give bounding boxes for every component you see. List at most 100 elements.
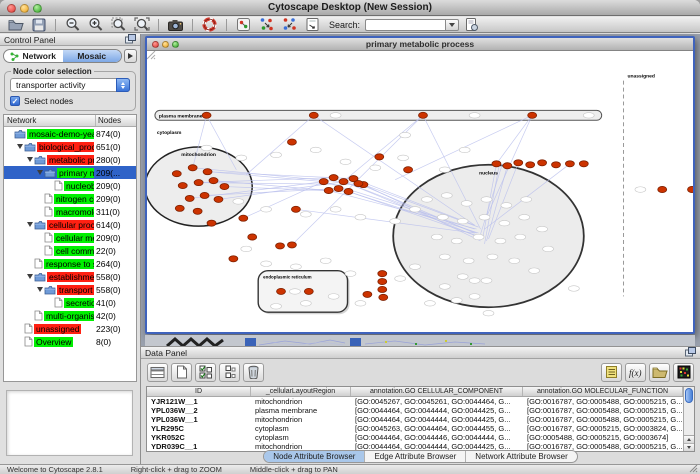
network-canvas[interactable]: plasma membranecytoplasmmitochondrionnuc… [147,51,693,332]
tree-row[interactable]: mosaic-demo-yeast874(0) [4,127,136,140]
select-nodes-checkbox[interactable]: ✓ [10,96,20,106]
scroll-up-icon[interactable] [684,436,694,443]
table-row[interactable]: YKR052Ccytoplasm[GO:0044464, GO:0044446,… [147,433,683,442]
tree-header-nodes[interactable]: Nodes [96,116,136,125]
expander-icon[interactable] [26,274,34,279]
float-panel-icon[interactable] [685,347,696,359]
tree-row[interactable]: Overview8(0) [4,335,136,348]
column-header-region[interactable]: _cellularLayoutRegion [251,387,351,396]
tree-row-label: response to stimulu [44,259,94,269]
minimize-view-icon[interactable] [162,41,169,48]
annotation-icon[interactable] [302,17,323,32]
check-icon: ✓ [12,97,19,106]
tree-row[interactable]: multi-organism pro42(0) [4,309,136,322]
network-from-selection-alt-icon[interactable] [279,17,300,32]
tree-row[interactable]: biological_process651(0) [4,140,136,153]
formula-builder-icon[interactable]: f(x) [625,363,646,382]
expander-icon[interactable] [16,144,24,149]
attribute-list-icon[interactable] [601,363,622,382]
background-windows[interactable] [145,335,695,346]
tree-row[interactable]: macromolecule311(0) [4,205,136,218]
tab-network[interactable]: Network [4,50,63,62]
table-row[interactable]: YJR121W__1mitochondrion[GO:0045267, GO:0… [147,397,683,406]
search-options-icon[interactable] [461,17,482,32]
table-row[interactable]: YPL036W__1mitochondrion[GO:0044464, GO:0… [147,415,683,424]
close-window-icon[interactable] [7,4,16,13]
tree-row[interactable]: transport558(0) [4,283,136,296]
scrollbar-arrows [684,435,694,451]
snapshot-camera-icon[interactable] [165,17,186,32]
network-window-titlebar[interactable]: primary metabolic process [147,38,693,51]
node-color-dropdown[interactable]: transporter activity [10,78,130,92]
search-dropdown-icon[interactable] [445,19,459,31]
tree-row-label: mosaic-demo-yeast [27,129,94,139]
zoom-selected-icon[interactable] [108,17,129,32]
expander-icon[interactable] [26,222,34,227]
network-overview-panel[interactable] [6,390,133,456]
data-panel-header: Data Panel [141,347,700,359]
tree-row[interactable]: cellular metabo209(0) [4,231,136,244]
table-row[interactable]: YPL036W__2plasma membrane[GO:0044464, GO… [147,406,683,415]
save-icon[interactable] [28,17,49,32]
column-header-id[interactable]: ID [147,387,251,396]
tree-row[interactable]: cellular process614(0) [4,218,136,231]
network-tab-icon [10,52,19,61]
expander-icon[interactable] [26,157,34,162]
network-tree-rows: mosaic-demo-yeast874(0)biological_proces… [4,127,136,348]
zoom-view-icon[interactable] [172,41,179,48]
minimize-window-icon[interactable] [20,4,29,13]
unselect-all-icon[interactable] [219,363,240,382]
vizmapper-icon[interactable] [233,17,254,32]
tree-row[interactable]: metabolic process280(0) [4,153,136,166]
scrollbar-thumb[interactable] [685,388,693,403]
attribute-toolbar-right: f(x) [601,363,694,382]
zoom-fit-icon[interactable] [131,17,152,32]
expander-icon[interactable] [36,170,44,175]
tree-row[interactable]: nitrogen compo209(0) [4,192,136,205]
float-panel-icon[interactable] [125,34,136,46]
dropdown-stepper-icon[interactable] [116,78,130,92]
tree-row[interactable]: primary metabo209(... [4,166,136,179]
folder-icon [44,285,56,295]
resize-grip-icon[interactable] [689,464,698,474]
tab-overflow-arrow-icon[interactable] [124,49,137,63]
expander-icon[interactable] [36,287,44,292]
table-cell: [GO:0016787, GO:0005488, GO:0005215, G..… [523,397,683,406]
table-scrollbar[interactable] [683,387,694,451]
select-all-icon[interactable] [195,363,216,382]
matrix-view-icon[interactable] [673,363,694,382]
tab-edge-attribute-browser[interactable]: Edge Attribute Browser [364,451,465,462]
tree-header: Network Nodes [4,115,136,127]
column-header-molecular-function[interactable]: annotation.GO MOLECULAR_FUNCTION [523,387,683,396]
select-attributes-icon[interactable] [147,363,168,382]
tree-row[interactable]: establishment of lo558(0) [4,270,136,283]
tab-network-attribute-browser[interactable]: Network Attribute Browser [465,451,576,462]
window-resize-grip[interactable] [147,51,692,331]
column-header-cellular-component[interactable]: annotation.GO CELLULAR_COMPONENT [351,387,523,396]
network-from-selection-icon[interactable] [256,17,277,32]
import-attributes-icon[interactable] [649,363,670,382]
table-row[interactable]: YLR295Ccytoplasm[GO:0045263, GO:0044464,… [147,424,683,433]
new-attribute-icon[interactable] [171,363,192,382]
open-icon[interactable] [5,17,26,32]
tree-row-label: multi-organism pro [44,311,94,321]
tab-node-attribute-browser[interactable]: Node Attribute Browser [264,451,364,462]
zoom-window-icon[interactable] [33,4,42,13]
tree-row[interactable]: response to stimulu264(0) [4,257,136,270]
tree-row[interactable]: secretion41(0) [4,296,136,309]
tree-row-count: 209(0) [94,194,136,204]
zoom-in-icon[interactable] [85,17,106,32]
tree-header-network[interactable]: Network [4,115,96,126]
network-view-window[interactable]: primary metabolic process plasma membran… [145,36,695,334]
search-input[interactable] [365,19,445,31]
tree-row-count: 280(0) [94,155,136,165]
tree-row[interactable]: cell communicat22(0) [4,244,136,257]
tab-mosaic[interactable]: Mosaic [63,50,122,62]
close-view-icon[interactable] [152,41,159,48]
help-lifesaver-icon[interactable] [199,17,220,32]
table-cell: [GO:0016787, GO:0005488, GO:0005215, G..… [523,415,683,424]
delete-attribute-icon[interactable] [243,363,264,382]
tree-row[interactable]: unassigned223(0) [4,322,136,335]
zoom-out-icon[interactable] [62,17,83,32]
tree-row[interactable]: nucleobase-209(0) [4,179,136,192]
